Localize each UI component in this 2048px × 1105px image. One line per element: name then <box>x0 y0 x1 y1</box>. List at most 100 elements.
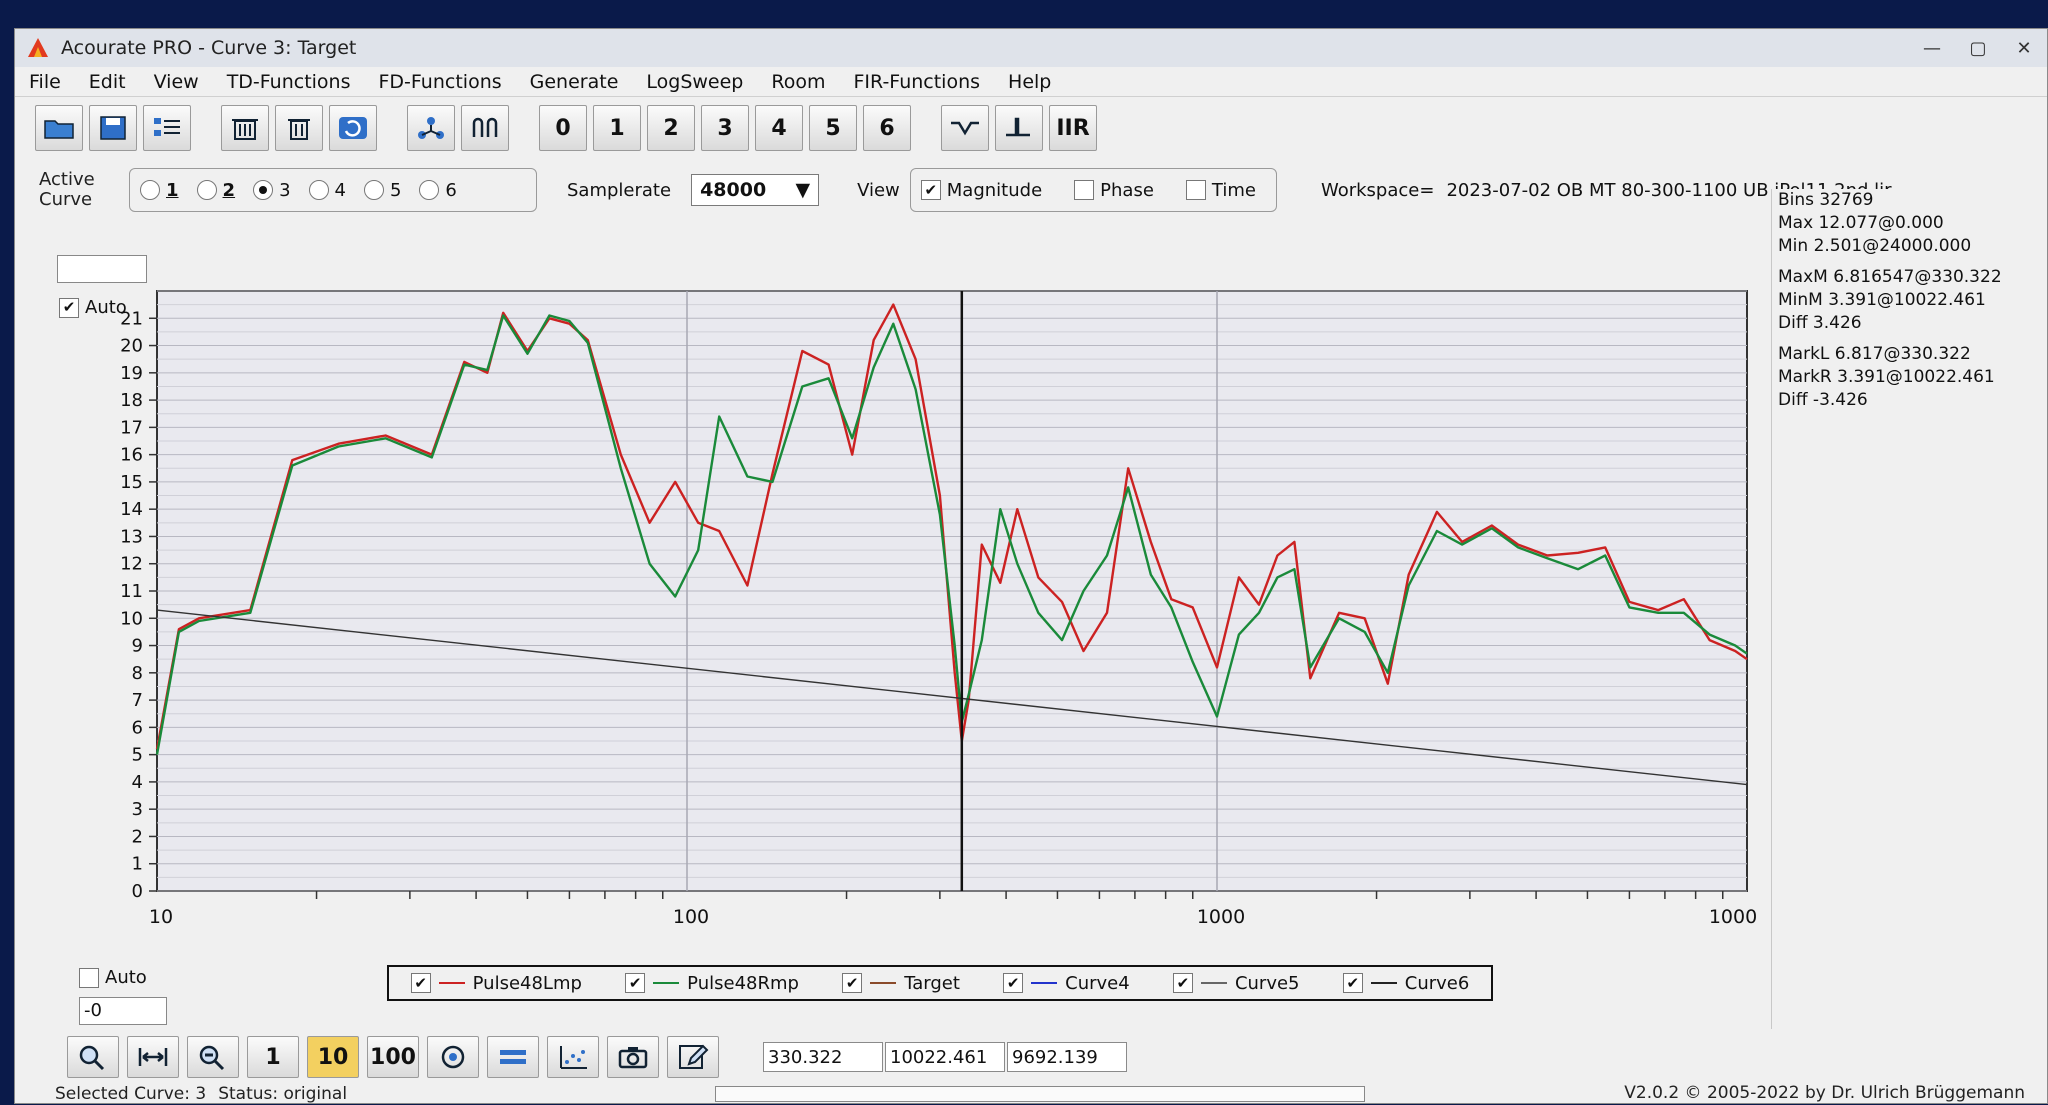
view-checkbox[interactable]: ✔ <box>920 180 941 200</box>
curve-radio-1[interactable]: 1 <box>140 180 179 201</box>
marker-left-field[interactable]: 330.322 <box>763 1042 883 1072</box>
impulse-button[interactable] <box>995 105 1043 151</box>
magnitude-chart[interactable]: 012345678910111213141516171819202110 100 1… <box>29 231 1769 931</box>
legend-checkbox[interactable]: ✔ <box>625 973 646 993</box>
save-button[interactable] <box>89 105 137 151</box>
options-bar: Active Curve 1 2 3 4 5 6 Samplerate 48000 ▼ V… <box>15 159 2047 221</box>
radio-dot[interactable] <box>419 180 440 200</box>
radio-dot[interactable] <box>253 180 274 200</box>
scale-1-button[interactable]: 1 <box>247 1036 299 1078</box>
radio-dot[interactable] <box>363 180 384 200</box>
screenshot-button[interactable] <box>607 1036 659 1078</box>
curve-1-button[interactable]: 1 <box>593 105 641 151</box>
marker-diff-field[interactable]: 9692.139 <box>1007 1042 1127 1072</box>
menu-room[interactable]: Room <box>757 71 839 93</box>
view-phase-toggle[interactable]: Phase <box>1074 180 1154 201</box>
curve-radio-5[interactable]: 5 <box>363 180 401 201</box>
menu-fd-functions[interactable]: FD-Functions <box>365 71 516 93</box>
x-tick-label: 10 <box>149 906 173 928</box>
marker-right-field[interactable]: 10022.461 <box>885 1042 1005 1072</box>
legend-label: Curve5 <box>1234 972 1300 994</box>
peak-button[interactable] <box>941 105 989 151</box>
radio-dot[interactable] <box>140 180 160 200</box>
menu-file[interactable]: File <box>15 71 75 93</box>
scale-100-button[interactable]: 100 <box>367 1036 419 1078</box>
edit-button[interactable] <box>667 1036 719 1078</box>
y-tick-label: 13 <box>120 526 143 547</box>
view-checkbox[interactable] <box>1074 180 1095 200</box>
radio-dot[interactable] <box>196 180 217 200</box>
view-time-toggle[interactable]: Time <box>1185 179 1256 201</box>
menu-td-functions[interactable]: TD-Functions <box>213 71 365 93</box>
selected-curve-status: Selected Curve: 3 <box>55 1084 207 1104</box>
menu-edit[interactable]: Edit <box>75 71 140 93</box>
zoom-out-button[interactable] <box>187 1036 239 1078</box>
menu-help[interactable]: Help <box>994 71 1065 93</box>
close-button[interactable]: ✕ <box>2001 29 2047 67</box>
curve-0-button[interactable]: 0 <box>539 105 587 151</box>
equal-button[interactable] <box>487 1036 539 1078</box>
y-tick-label: 11 <box>120 581 143 602</box>
y-tick-label: 6 <box>132 717 143 738</box>
curve-2-button[interactable]: 2 <box>647 105 695 151</box>
menu-view[interactable]: View <box>140 71 213 93</box>
curve-radio-6[interactable]: 6 <box>419 180 457 201</box>
auto-bottom-toggle[interactable]: Auto <box>79 967 147 988</box>
properties-button[interactable] <box>143 105 191 151</box>
folder-open-icon <box>44 120 74 139</box>
legend-checkbox[interactable]: ✔ <box>410 973 431 993</box>
scale-10-button[interactable]: 10 <box>307 1036 359 1078</box>
progress-bar <box>715 1086 1365 1102</box>
legend-item[interactable]: ✔ Pulse48Rmp <box>625 973 799 994</box>
undo-button[interactable] <box>329 105 377 151</box>
legend-item[interactable]: ✔ Curve6 <box>1342 973 1469 994</box>
legend-item[interactable]: ✔ Pulse48Lmp <box>410 973 582 994</box>
waveform-icon <box>472 117 498 137</box>
legend-swatch <box>870 982 897 984</box>
view-magnitude-toggle[interactable]: ✔ Magnitude <box>920 180 1042 201</box>
iir-button[interactable]: IIR <box>1049 105 1097 151</box>
legend-item[interactable]: ✔ Target <box>842 973 960 994</box>
menu-generate[interactable]: Generate <box>516 71 633 93</box>
legend-checkbox[interactable]: ✔ <box>1003 973 1024 993</box>
view-checkbox-label: Time <box>1211 179 1256 201</box>
radio-label: 1 <box>166 179 179 201</box>
legend-label: Pulse48Rmp <box>687 972 799 994</box>
maximize-button[interactable]: ▢ <box>1955 29 2001 67</box>
curve-radio-3[interactable]: 3 <box>253 180 291 201</box>
view-checkbox[interactable] <box>1185 180 1206 200</box>
fit-width-button[interactable] <box>127 1036 179 1078</box>
waveform-button[interactable] <box>461 105 509 151</box>
curve-4-button[interactable]: 4 <box>755 105 803 151</box>
list-icon <box>154 118 180 136</box>
legend-checkbox[interactable]: ✔ <box>1342 973 1363 993</box>
curve-5-button[interactable]: 5 <box>809 105 857 151</box>
legend-item[interactable]: ✔ Curve4 <box>1003 973 1130 994</box>
curve-radio-2[interactable]: 2 <box>196 180 235 201</box>
readout-line: Bins 32769 <box>1778 190 1874 210</box>
bottom-value-field[interactable]: -0 <box>79 997 167 1025</box>
auto-bottom-label: Auto <box>105 967 147 988</box>
scatter-button[interactable] <box>547 1036 599 1078</box>
delete-button[interactable] <box>275 105 323 151</box>
menu-logsweep[interactable]: LogSweep <box>632 71 757 93</box>
legend-item[interactable]: ✔ Curve5 <box>1172 972 1300 994</box>
menu-fir-functions[interactable]: FIR-Functions <box>839 71 994 93</box>
zoom-in-button[interactable] <box>67 1036 119 1078</box>
samplerate-select[interactable]: 48000 ▼ <box>691 174 820 206</box>
curve-6-button[interactable]: 6 <box>863 105 911 151</box>
curve-radio-4[interactable]: 4 <box>308 180 346 201</box>
network-button[interactable] <box>407 105 455 151</box>
curve-3-button[interactable]: 3 <box>701 105 749 151</box>
legend-checkbox[interactable]: ✔ <box>1172 973 1193 993</box>
view-group: ✔ Magnitude Phase Time <box>909 168 1277 212</box>
samplerate-value: 48000 <box>700 179 767 201</box>
target-button[interactable] <box>427 1036 479 1078</box>
delete-all-button[interactable] <box>221 105 269 151</box>
minimize-button[interactable]: — <box>1909 29 1955 67</box>
auto-bottom-checkbox[interactable] <box>79 967 99 988</box>
legend-checkbox[interactable]: ✔ <box>842 973 863 993</box>
radio-dot[interactable] <box>308 180 329 200</box>
open-button[interactable] <box>35 105 83 151</box>
view-checkbox-label: Phase <box>1100 179 1154 201</box>
